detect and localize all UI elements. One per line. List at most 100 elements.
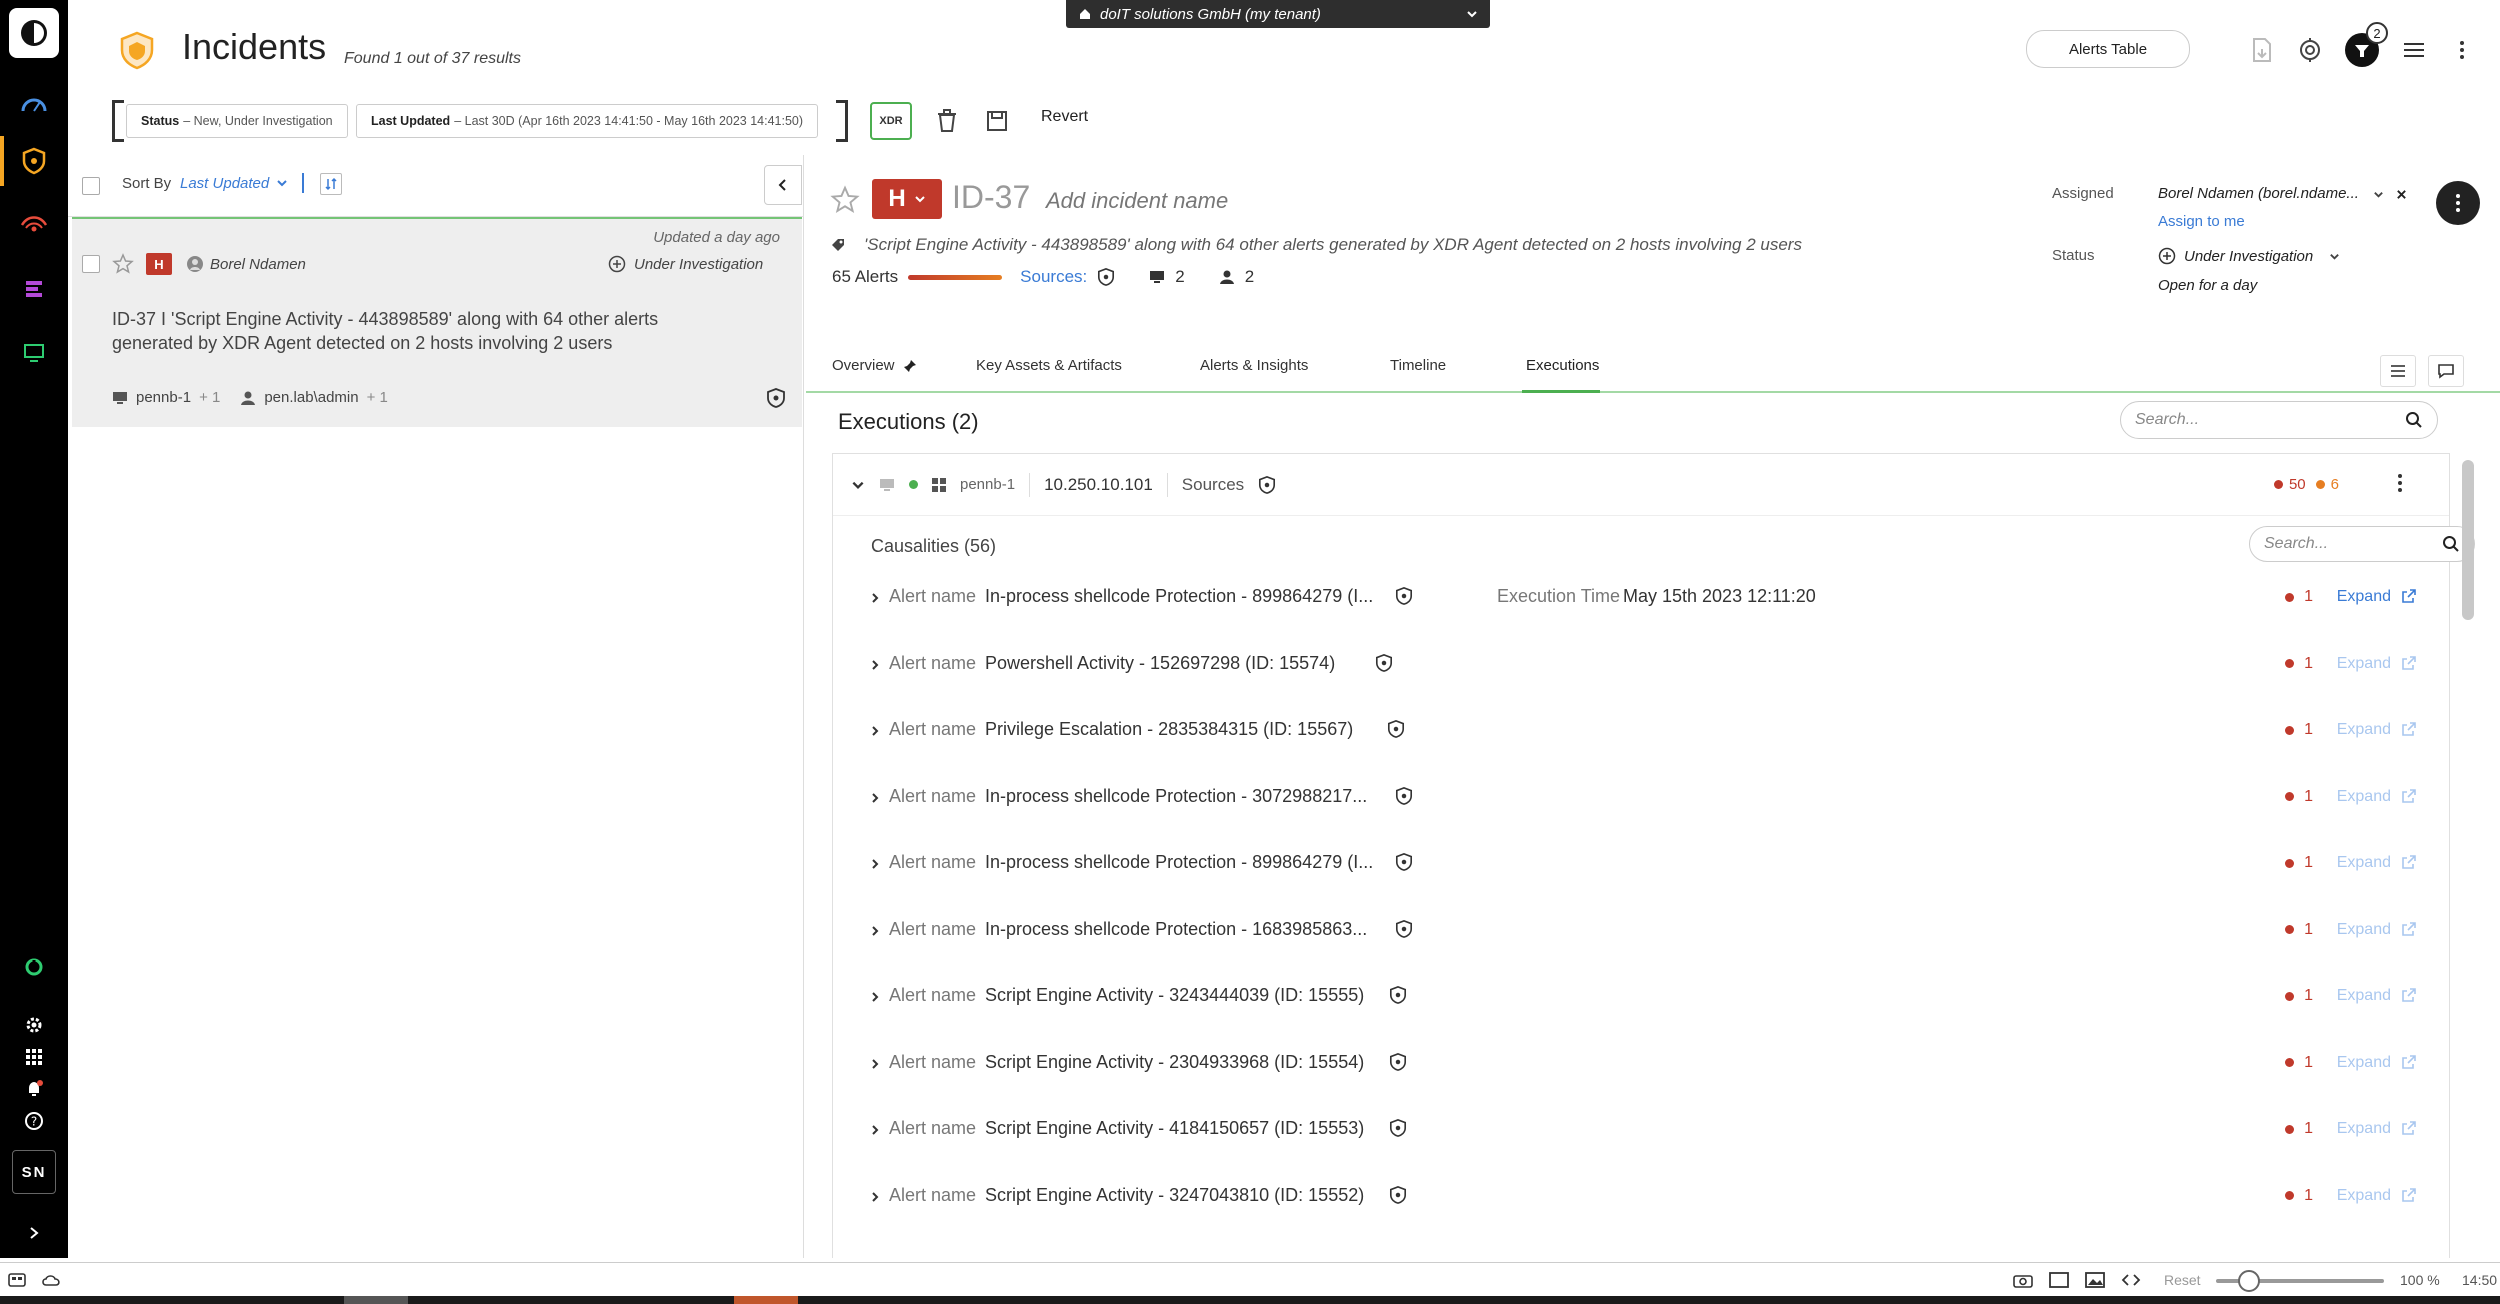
list-menu-icon[interactable] — [2396, 32, 2432, 68]
external-link-icon[interactable] — [2401, 655, 2417, 671]
expand-link[interactable]: Expand — [2337, 921, 2391, 939]
expand-link[interactable]: Expand — [2337, 788, 2391, 806]
causality-alert-row[interactable]: Alert name Script Engine Activity - 32470… — [833, 1163, 2449, 1229]
endpoints-monitor-icon[interactable] — [17, 336, 51, 370]
apps-grid-icon[interactable] — [17, 1040, 51, 1074]
zoom-slider-handle[interactable] — [2238, 1270, 2260, 1292]
star-icon[interactable] — [112, 253, 134, 275]
star-icon[interactable] — [830, 185, 860, 215]
window-icon[interactable] — [2048, 1269, 2070, 1291]
causality-alert-row[interactable]: Alert name In-process shellcode Protectio… — [833, 564, 2449, 630]
comments-icon[interactable] — [2428, 355, 2464, 387]
external-link-icon[interactable] — [2401, 1054, 2417, 1070]
keyboard-icon[interactable] — [6, 1269, 28, 1291]
alerts-count[interactable]: 65 Alerts — [832, 267, 898, 287]
status-dropdown[interactable]: Under Investigation — [2158, 247, 2340, 265]
notifications-bell-icon[interactable] — [17, 1072, 51, 1106]
expand-link[interactable]: Expand — [2337, 1187, 2391, 1205]
tab-alerts-insights[interactable]: Alerts & Insights — [1200, 357, 1308, 374]
external-link-icon[interactable] — [2401, 721, 2417, 737]
tab-executions[interactable]: Executions — [1526, 357, 1599, 374]
chevron-right-icon[interactable] — [869, 592, 881, 604]
chevron-right-icon[interactable] — [869, 991, 881, 1003]
help-question-icon[interactable]: ? — [17, 1104, 51, 1138]
chevron-right-icon[interactable] — [869, 925, 881, 937]
causality-alert-row[interactable]: Alert name Script Engine Activity - 32434… — [833, 963, 2449, 1029]
causality-alert-row[interactable]: Alert name In-process shellcode Protectio… — [833, 830, 2449, 896]
tab-overview[interactable]: Overview — [832, 357, 917, 374]
zoom-reset-button[interactable]: Reset — [2164, 1272, 2201, 1288]
code-brackets-icon[interactable] — [2120, 1269, 2142, 1291]
screenshot-camera-icon[interactable] — [2012, 1269, 2034, 1291]
expand-link[interactable]: Expand — [2337, 854, 2391, 872]
incident-card[interactable]: Updated a day ago H Borel Ndamen Under I… — [72, 217, 802, 427]
sort-by-dropdown[interactable]: Last Updated — [180, 175, 269, 192]
assign-to-me-link[interactable]: Assign to me — [2158, 213, 2245, 230]
chevron-down-icon[interactable] — [851, 478, 865, 492]
incident-actions-kebab-icon[interactable] — [2436, 181, 2480, 225]
causalities-search-input[interactable]: Search... — [2249, 526, 2475, 562]
causality-alert-row[interactable]: Alert name Script Engine Activity - 41841… — [833, 1096, 2449, 1162]
execution-group-header[interactable]: pennb-1 10.250.10.101 Sources 50 6 — [833, 454, 2449, 516]
causality-alert-row[interactable]: Alert name Script Engine Activity - 23049… — [833, 1030, 2449, 1096]
cloud-icon[interactable] — [40, 1269, 62, 1291]
expand-link[interactable]: Expand — [2337, 1120, 2391, 1138]
more-options-kebab-icon[interactable] — [2444, 32, 2480, 68]
tenant-selector[interactable]: doIT solutions GmbH (my tenant) — [1066, 0, 1490, 28]
external-link-icon[interactable] — [2401, 1120, 2417, 1136]
external-link-icon[interactable] — [2401, 1187, 2417, 1203]
alerts-table-button[interactable]: Alerts Table — [2026, 30, 2190, 68]
chevron-right-icon[interactable] — [869, 858, 881, 870]
external-link-icon[interactable] — [2401, 854, 2417, 870]
tab-timeline[interactable]: Timeline — [1390, 357, 1446, 374]
last-updated-filter-chip[interactable]: Last Updated – Last 30D (Apr 16th 2023 1… — [356, 104, 819, 138]
external-link-icon[interactable] — [2401, 987, 2417, 1003]
expand-link[interactable]: Expand — [2337, 987, 2391, 1005]
revert-button[interactable]: Revert — [1041, 108, 1088, 126]
collapse-panel-chevron-icon[interactable] — [764, 165, 802, 205]
expand-link[interactable]: Expand — [2337, 721, 2391, 739]
chevron-right-icon[interactable] — [869, 659, 881, 671]
select-all-checkbox[interactable] — [82, 177, 100, 195]
external-link-icon[interactable] — [2401, 788, 2417, 804]
chevron-right-icon[interactable] — [869, 1058, 881, 1070]
causality-alert-row[interactable]: Alert name Privilege Escalation - 2835384… — [833, 697, 2449, 763]
causality-alert-row[interactable]: Alert name Powershell Activity - 15269729… — [833, 631, 2449, 697]
chevron-right-icon[interactable] — [869, 1191, 881, 1203]
severity-dropdown[interactable]: H — [872, 179, 942, 219]
investigation-bars-icon[interactable] — [17, 272, 51, 306]
settings-gear-icon[interactable] — [17, 1008, 51, 1042]
hosts-count[interactable]: 2 — [1175, 267, 1184, 287]
user-avatar[interactable]: SN — [12, 1150, 56, 1194]
cortex-logo-icon[interactable] — [9, 8, 59, 58]
incident-select-checkbox[interactable] — [82, 255, 100, 273]
external-link-icon[interactable] — [2401, 588, 2417, 604]
save-floppy-icon[interactable] — [980, 104, 1014, 138]
incidents-shield-icon[interactable] — [17, 144, 51, 178]
executions-search-input[interactable]: Search... — [2120, 401, 2438, 439]
clear-x-icon[interactable] — [2396, 189, 2407, 200]
export-file-icon[interactable] — [2244, 32, 2280, 68]
users-count[interactable]: 2 — [1245, 267, 1254, 287]
causality-alert-row[interactable]: Alert name In-process shellcode Protectio… — [833, 897, 2449, 963]
taskbar-segment[interactable] — [344, 1296, 408, 1304]
expand-link[interactable]: Expand — [2337, 1054, 2391, 1072]
assigned-dropdown[interactable]: Borel Ndamen (borel.ndame... — [2158, 185, 2407, 202]
incident-name-field[interactable]: Add incident name — [1046, 188, 1228, 214]
expand-link[interactable]: Expand — [2337, 655, 2391, 673]
ai-assistant-icon[interactable] — [17, 950, 51, 984]
refresh-sync-icon[interactable] — [2292, 32, 2328, 68]
execution-kebab-icon[interactable] — [2397, 472, 2403, 494]
pin-icon[interactable] — [903, 359, 917, 373]
list-view-icon[interactable] — [2380, 355, 2416, 387]
expand-link[interactable]: Expand — [2337, 588, 2391, 606]
delete-trash-icon[interactable] — [930, 104, 964, 138]
threat-eye-icon[interactable] — [17, 208, 51, 242]
external-link-icon[interactable] — [2401, 921, 2417, 937]
taskbar-segment-active[interactable] — [734, 1296, 798, 1304]
vertical-scrollbar[interactable] — [2462, 460, 2474, 620]
sort-order-icon[interactable] — [320, 173, 342, 195]
causality-alert-row[interactable]: Alert name In-process shellcode Protectio… — [833, 764, 2449, 830]
chevron-right-icon[interactable] — [869, 725, 881, 737]
chevron-right-icon[interactable] — [869, 1124, 881, 1136]
